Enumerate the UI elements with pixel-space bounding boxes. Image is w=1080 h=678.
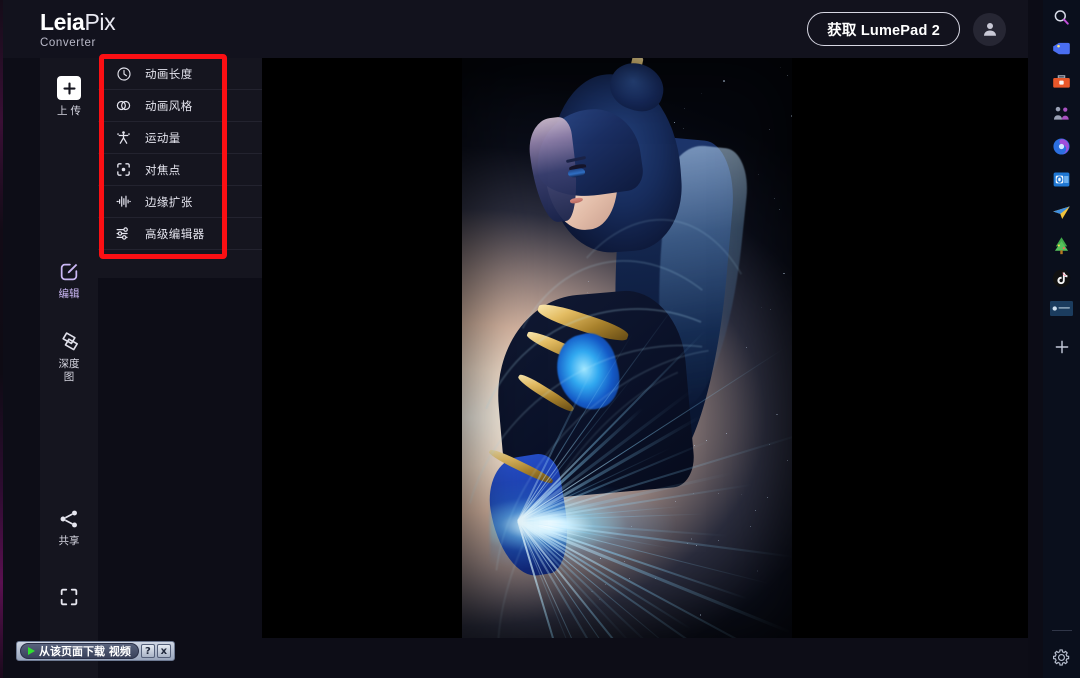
share-icon bbox=[58, 508, 80, 530]
option-label: 动画风格 bbox=[145, 98, 193, 114]
play-icon bbox=[28, 647, 35, 655]
logo-light-text: Pix bbox=[84, 9, 115, 35]
download-helper-close-button[interactable]: x bbox=[157, 644, 171, 658]
header-actions: 获取 LumePad 2 bbox=[807, 12, 1006, 46]
sidebar-item-depth-map[interactable]: 深度 图 bbox=[40, 330, 98, 383]
settings-gear-icon[interactable] bbox=[1050, 646, 1073, 669]
sidebar-item-upload[interactable]: 上 传 bbox=[40, 76, 98, 118]
pencil-square-icon bbox=[58, 261, 80, 283]
logo-bold-text: Leia bbox=[40, 9, 84, 35]
get-lumepad-button[interactable]: 获取 LumePad 2 bbox=[807, 12, 960, 46]
option-advanced-editor[interactable]: 高级编辑器 bbox=[98, 218, 262, 250]
option-edge-dilation[interactable]: 边缘扩张 bbox=[98, 186, 262, 218]
sliders-icon bbox=[115, 225, 132, 242]
user-avatar-icon bbox=[981, 20, 999, 38]
app-header: LeiaPix Converter 获取 LumePad 2 bbox=[3, 0, 1028, 58]
option-focus-point[interactable]: 对焦点 bbox=[98, 154, 262, 186]
outlook-icon[interactable] bbox=[1050, 168, 1073, 191]
fullscreen-icon bbox=[58, 586, 80, 608]
clock-icon bbox=[115, 65, 132, 82]
layers-icon bbox=[58, 330, 81, 353]
app-badge-icon[interactable] bbox=[1050, 300, 1073, 316]
tag-icon[interactable] bbox=[1050, 37, 1073, 60]
option-animation-style[interactable]: 动画风格 bbox=[98, 90, 262, 122]
focus-point-icon bbox=[115, 161, 132, 178]
option-animation-length[interactable]: 动画长度 bbox=[98, 58, 262, 90]
download-video-button[interactable]: 从该页面下载 视频 bbox=[20, 643, 139, 659]
user-avatar-button[interactable] bbox=[973, 13, 1006, 46]
option-motion-amount[interactable]: 运动量 bbox=[98, 122, 262, 154]
sidebar-item-fullscreen[interactable] bbox=[40, 586, 98, 608]
add-plus-icon[interactable] bbox=[1050, 335, 1073, 358]
option-label: 边缘扩张 bbox=[145, 194, 193, 210]
left-rail: 上 传 编辑 深度 图 共享 bbox=[40, 58, 98, 678]
brand-logo[interactable]: LeiaPix Converter bbox=[40, 9, 115, 49]
sidebar-item-edit[interactable]: 编辑 bbox=[40, 261, 98, 301]
animation-options-panel: 动画长度 动画风格 运动量 对焦点 边缘扩张 高级编辑器 bbox=[98, 58, 262, 278]
option-label: 高级编辑器 bbox=[145, 226, 205, 242]
sidebar-label-edit: 编辑 bbox=[56, 288, 82, 301]
option-label: 动画长度 bbox=[145, 66, 193, 82]
preview-canvas[interactable] bbox=[262, 58, 1028, 638]
telegram-plane-icon[interactable] bbox=[1050, 201, 1073, 224]
sidebar-label-share: 共享 bbox=[56, 535, 82, 548]
sidebar-divider bbox=[1052, 630, 1072, 631]
copilot-icon[interactable] bbox=[1050, 135, 1073, 158]
tiktok-icon[interactable] bbox=[1050, 267, 1073, 290]
toolbox-icon[interactable] bbox=[1050, 70, 1073, 93]
canvas-bottom-strip bbox=[262, 638, 1028, 678]
windows-sidebar bbox=[1043, 0, 1080, 678]
option-label: 运动量 bbox=[145, 130, 181, 146]
sidebar-item-share[interactable]: 共享 bbox=[40, 508, 98, 548]
screen: LeiaPix Converter 获取 LumePad 2 上 传 编辑 深度… bbox=[0, 0, 1080, 678]
search-icon[interactable] bbox=[1050, 6, 1073, 29]
logo-subtitle: Converter bbox=[40, 37, 115, 49]
preview-image[interactable] bbox=[462, 58, 792, 638]
people-icon[interactable] bbox=[1050, 102, 1073, 125]
double-circle-icon bbox=[115, 97, 132, 114]
sidebar-label-depth-map: 深度 图 bbox=[56, 358, 82, 383]
download-helper-label: 从该页面下载 视频 bbox=[39, 643, 131, 659]
plus-icon bbox=[57, 76, 81, 100]
download-helper-help-button[interactable]: ? bbox=[141, 644, 155, 658]
motion-person-icon bbox=[115, 129, 132, 146]
waveform-icon bbox=[115, 193, 132, 210]
download-helper-bar: 从该页面下载 视频 ? x bbox=[16, 641, 175, 661]
sidebar-label-upload: 上 传 bbox=[56, 105, 82, 118]
tree-icon[interactable] bbox=[1050, 234, 1073, 257]
leiapix-app: LeiaPix Converter 获取 LumePad 2 上 传 编辑 深度… bbox=[3, 0, 1028, 678]
option-label: 对焦点 bbox=[145, 162, 181, 178]
